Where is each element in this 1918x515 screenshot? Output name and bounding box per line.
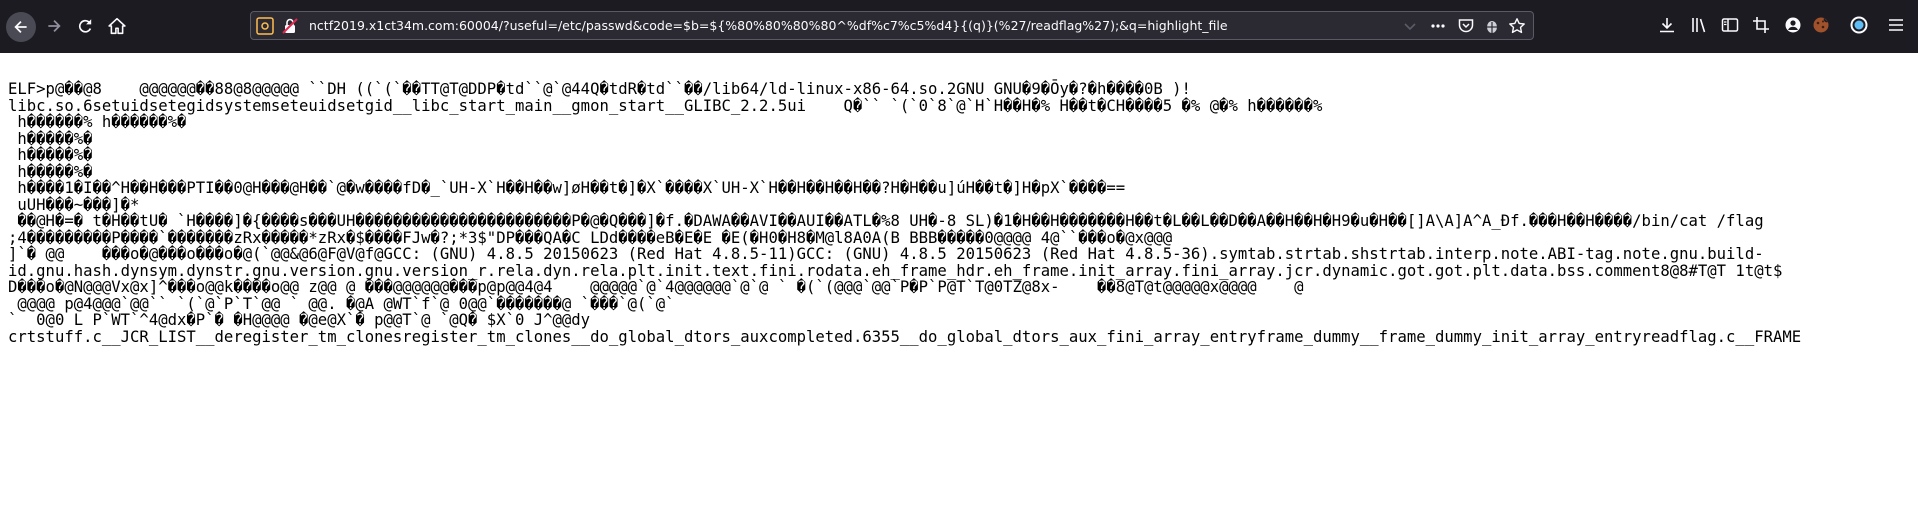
browser-toolbar: nctf2019.x1ct34m.com:60004/?useful=/etc/… xyxy=(0,0,1918,53)
downloads-icon[interactable] xyxy=(1657,15,1677,35)
back-button[interactable] xyxy=(6,12,36,42)
screenshot-crop-icon[interactable] xyxy=(1751,15,1771,35)
circle-extension-icon[interactable] xyxy=(1849,15,1869,35)
home-icon xyxy=(108,17,126,35)
output-line: @@@@ p@4@@@`@@`` `(`@`P`T`@@ ` @@. �@A @… xyxy=(8,294,675,313)
pocket-icon[interactable] xyxy=(1457,17,1475,35)
bookmark-star-icon[interactable] xyxy=(1508,17,1526,35)
hamburger-menu-icon[interactable] xyxy=(1886,15,1906,35)
forward-button[interactable] xyxy=(40,12,68,40)
output-line: h�����%� xyxy=(8,129,93,148)
output-line: crtstuff.c__JCR_LIST__deregister_tm_clon… xyxy=(8,327,1802,346)
output-line: libc.so.6setuidsetegidsystemseteuidsetgi… xyxy=(8,96,1323,115)
output-line: ` 0@0 L P`WT`^4@dx�P`� �H@@@@ �@e@X`� p@… xyxy=(8,311,591,329)
cookie-extension-icon[interactable] xyxy=(1811,15,1831,35)
chevron-down-icon[interactable] xyxy=(1401,17,1419,35)
arrow-right-icon xyxy=(48,20,61,32)
output-line: h������% h������%� xyxy=(8,113,187,131)
output-line: h����1�I��^H��H���PTI��0@H���@H��`@�w���… xyxy=(8,179,1126,197)
output-line: D���o�@N@@@Vx@x]^���o@@k����o@@ z@@ @ ��… xyxy=(8,278,1304,296)
site-info-icon[interactable] xyxy=(256,17,274,35)
extension-bug-icon[interactable] xyxy=(1483,17,1501,35)
binary-file-output: ELF>p@��@8 @@@@@@��88@8@@@@@ ``DH ((`(`�… xyxy=(8,81,1801,345)
url-text[interactable]: nctf2019.x1ct34m.com:60004/?useful=/etc/… xyxy=(309,18,1228,33)
page-content: ELF>p@��@8 @@@@@@��88@8@@@@@ ``DH ((`(`�… xyxy=(0,53,1918,515)
reload-icon xyxy=(78,19,92,33)
more-actions-icon[interactable] xyxy=(1429,17,1447,35)
reload-button[interactable] xyxy=(71,12,99,40)
library-icon[interactable] xyxy=(1689,15,1709,35)
output-line: h�����%� xyxy=(8,162,93,181)
output-line: uUH���~���]�* xyxy=(8,195,140,214)
account-icon[interactable] xyxy=(1783,15,1803,35)
sidebar-icon[interactable] xyxy=(1720,15,1740,35)
arrow-left-icon xyxy=(14,21,27,33)
output-line: ;4���������P����`�������zRx�����*zRx�$��… xyxy=(8,228,1173,247)
home-button[interactable] xyxy=(103,12,131,40)
output-line: ]`� @@ ���o�@���o���o�@(`@@&@6@F@V@f@GCC… xyxy=(8,245,1764,263)
insecure-lock-icon[interactable] xyxy=(281,17,299,35)
url-bar[interactable]: nctf2019.x1ct34m.com:60004/?useful=/etc/… xyxy=(250,11,1534,40)
output-line: ��@H�=� t�H��tU� `H����]�{����s���UH����… xyxy=(8,212,1764,230)
output-line: h�����%� xyxy=(8,146,93,164)
output-line: id.gnu.hash.dynsym.dynstr.gnu.version.gn… xyxy=(8,261,1783,280)
output-line: ELF>p@��@8 @@@@@@��88@8@@@@@ ``DH ((`(`�… xyxy=(8,80,1191,98)
